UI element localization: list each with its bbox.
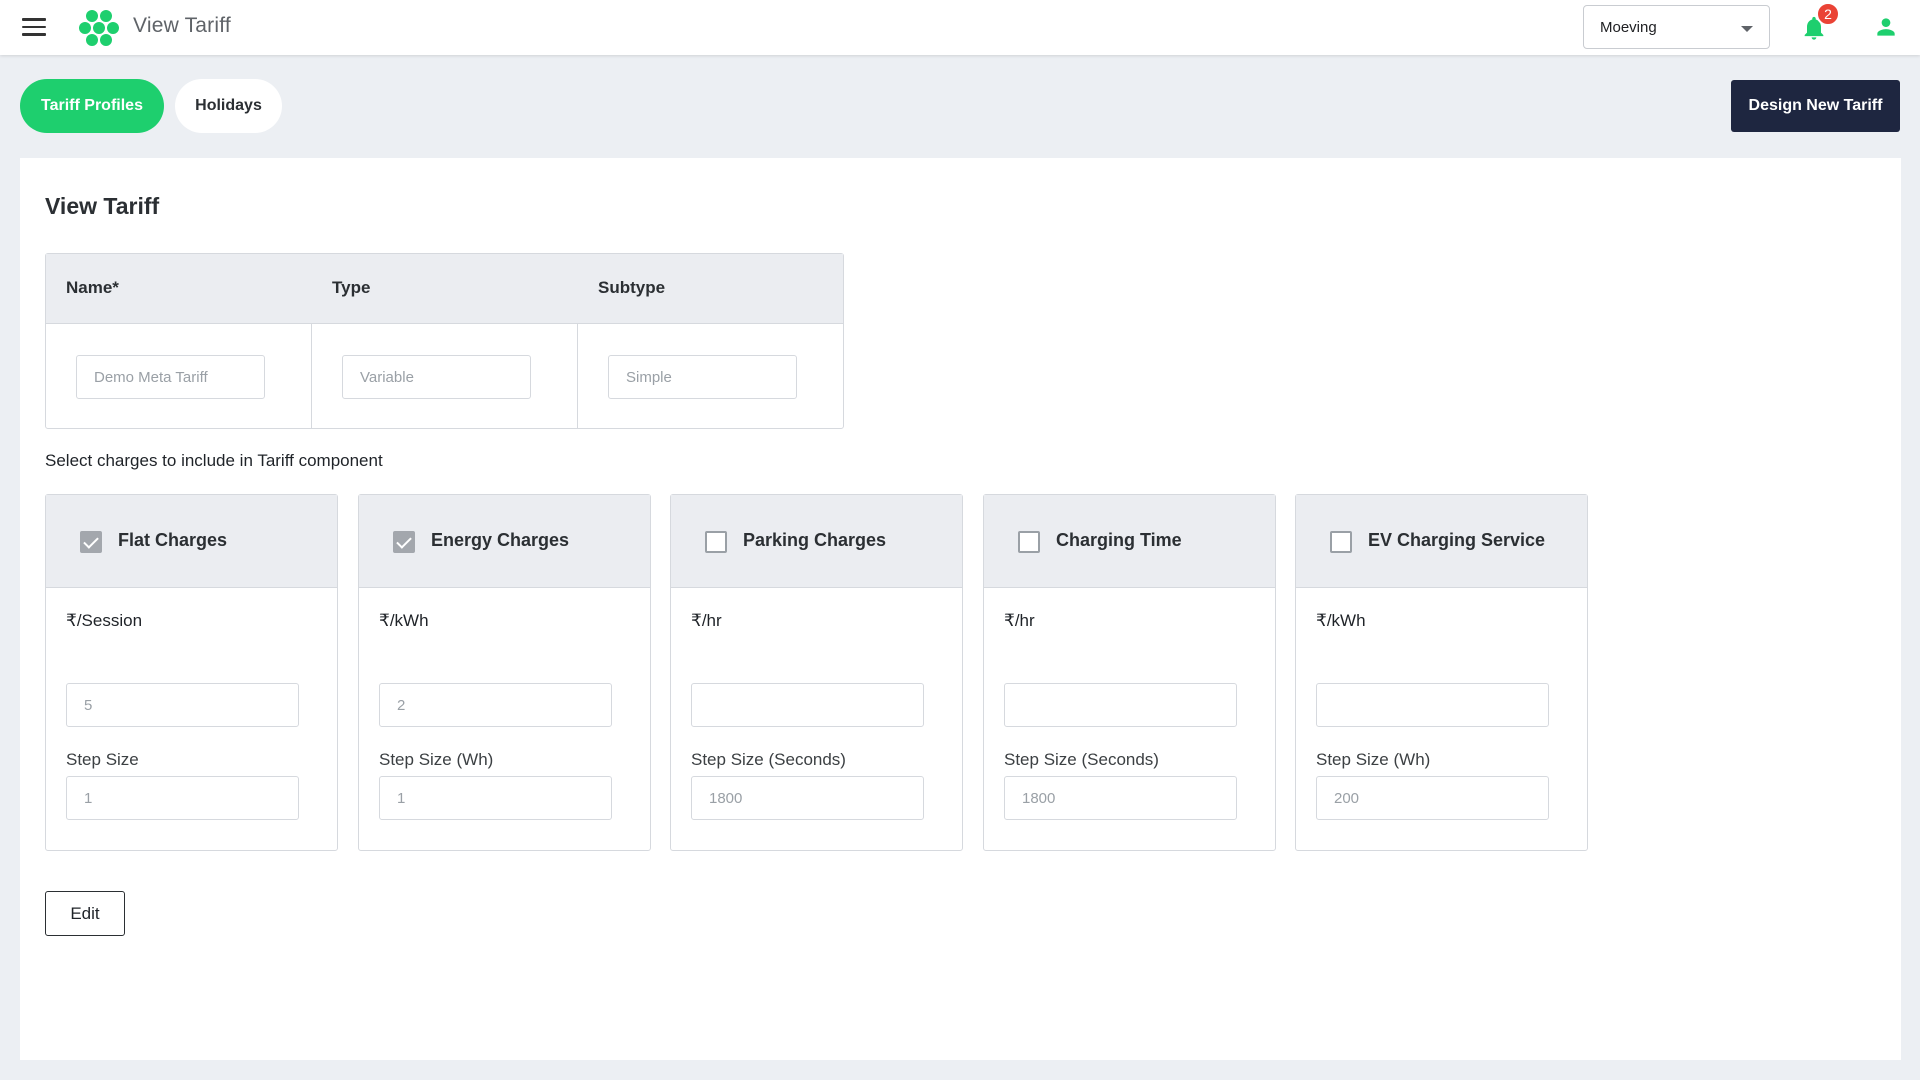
charge-title: Energy Charges: [431, 530, 570, 550]
rate-input[interactable]: [1004, 683, 1237, 727]
charge-card-header: Parking Charges: [671, 495, 962, 588]
tariff-info-table: Name* Type Subtype Demo Meta Tariff Vari…: [45, 253, 844, 429]
energy-charges-checkbox[interactable]: [393, 531, 415, 553]
charge-card-flat: Flat Charges ₹/Session 5 Step Size 1: [45, 494, 338, 851]
charge-card-charging-time: Charging Time ₹/hr Step Size (Seconds) 1…: [983, 494, 1276, 851]
rate-unit-label: ₹/hr: [691, 611, 722, 630]
charge-card-parking: Parking Charges ₹/hr Step Size (Seconds)…: [670, 494, 963, 851]
rate-unit-label: ₹/Session: [66, 611, 143, 630]
rate-input[interactable]: 2: [379, 683, 612, 727]
organization-select[interactable]: Moeving: [1583, 5, 1770, 49]
step-size-input[interactable]: 1800: [691, 776, 924, 820]
tab-tariff-profiles[interactable]: Tariff Profiles: [20, 79, 164, 133]
column-divider: [577, 324, 578, 428]
charge-title: Flat Charges: [118, 530, 228, 550]
parking-charges-checkbox[interactable]: [705, 531, 727, 553]
app-logo-icon: [79, 10, 119, 46]
step-size-input[interactable]: 1: [379, 776, 612, 820]
step-size-label: Step Size (Wh): [379, 750, 494, 769]
rate-unit-label: ₹/hr: [1004, 611, 1035, 630]
rate-input[interactable]: 5: [66, 683, 299, 727]
notification-badge: 2: [1816, 2, 1840, 26]
charge-card-ev-service: EV Charging Service ₹/kWh Step Size (Wh)…: [1295, 494, 1588, 851]
rate-unit-label: ₹/kWh: [379, 611, 429, 630]
charge-title: Charging Time: [1056, 530, 1182, 550]
design-new-tariff-button[interactable]: Design New Tariff: [1731, 80, 1900, 132]
step-size-label: Step Size (Seconds): [691, 750, 846, 769]
chevron-down-icon: [1741, 26, 1753, 32]
tab-holidays[interactable]: Holidays: [175, 79, 282, 133]
step-size-input[interactable]: 200: [1316, 776, 1549, 820]
rate-unit-label: ₹/kWh: [1316, 611, 1366, 630]
charges-section-label: Select charges to include in Tariff comp…: [45, 451, 383, 470]
hamburger-menu-icon[interactable]: [22, 18, 46, 36]
column-header-type: Type: [332, 278, 371, 297]
top-bar: View Tariff Moeving 2: [0, 0, 1920, 55]
user-profile-icon[interactable]: [1873, 14, 1899, 40]
tariff-info-header: Name* Type Subtype: [46, 254, 843, 324]
charge-card-header: EV Charging Service: [1296, 495, 1587, 588]
charge-card-header: Flat Charges: [46, 495, 337, 588]
charging-time-checkbox[interactable]: [1018, 531, 1040, 553]
charge-card-energy: Energy Charges ₹/kWh 2 Step Size (Wh) 1: [358, 494, 651, 851]
step-size-label: Step Size: [66, 750, 139, 769]
step-size-input[interactable]: 1: [66, 776, 299, 820]
rate-input[interactable]: [691, 683, 924, 727]
charge-card-header: Energy Charges: [359, 495, 650, 588]
edit-button[interactable]: Edit: [45, 891, 125, 936]
charge-card-header: Charging Time: [984, 495, 1275, 588]
column-divider: [311, 324, 312, 428]
charge-title: Parking Charges: [743, 530, 887, 550]
step-size-label: Step Size (Seconds): [1004, 750, 1159, 769]
tariff-type-field[interactable]: Variable: [342, 355, 531, 399]
ev-charging-service-checkbox[interactable]: [1330, 531, 1352, 553]
column-header-subtype: Subtype: [598, 278, 666, 297]
step-size-label: Step Size (Wh): [1316, 750, 1431, 769]
step-size-input[interactable]: 1800: [1004, 776, 1237, 820]
tariff-subtype-field[interactable]: Simple: [608, 355, 797, 399]
column-header-name: Name*: [66, 278, 119, 297]
charge-title: EV Charging Service: [1368, 530, 1546, 550]
tariff-name-field[interactable]: Demo Meta Tariff: [76, 355, 265, 399]
rate-input[interactable]: [1316, 683, 1549, 727]
page-title: View Tariff: [45, 193, 160, 219]
organization-select-value: Moeving: [1600, 18, 1657, 36]
flat-charges-checkbox[interactable]: [80, 531, 102, 553]
header-title: View Tariff: [133, 14, 231, 37]
